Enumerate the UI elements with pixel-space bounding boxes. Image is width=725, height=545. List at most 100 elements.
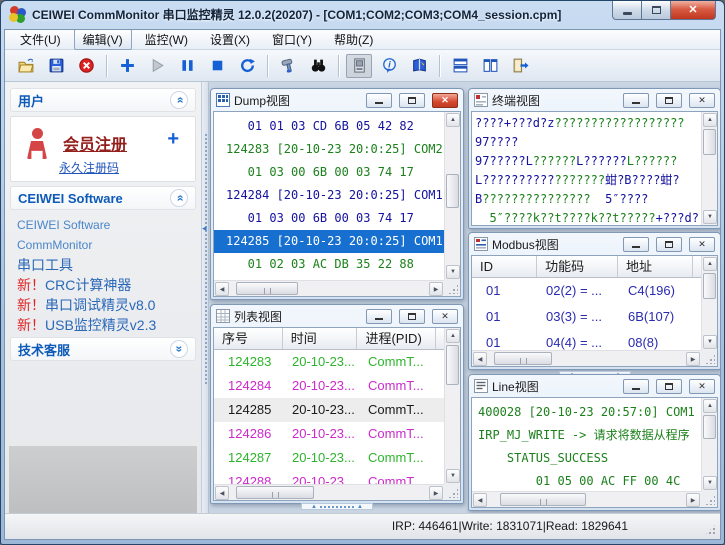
minimize-button[interactable] (366, 92, 392, 108)
scroll-left-icon[interactable]: ◀ (215, 486, 229, 500)
horizontal-scrollbar[interactable]: ◀ ▶ (472, 491, 701, 507)
link-serial-debugger[interactable]: 新！串口调试精灵v8.0 (17, 295, 189, 315)
modbus-view-titlebar[interactable]: Modbus视图 ✕ (469, 233, 720, 255)
horizontal-scrollbar[interactable]: ◀ ▶ (472, 350, 701, 366)
scroll-down-icon[interactable]: ▼ (703, 476, 717, 490)
minimize-button[interactable] (623, 236, 649, 252)
list-row[interactable]: 124286 20-10-23... CommT... (214, 422, 444, 446)
menu-settings[interactable]: 设置(X) (201, 30, 259, 50)
close-button[interactable]: ✕ (432, 92, 458, 108)
start-button[interactable] (144, 54, 170, 78)
scrollbar-thumb[interactable] (236, 282, 298, 295)
scroll-down-icon[interactable]: ▼ (703, 210, 717, 224)
tile-horizontal-button[interactable] (447, 54, 473, 78)
sidebar-section-user[interactable]: 用户 » (10, 88, 196, 112)
scrollbar-thumb[interactable] (236, 486, 314, 499)
scroll-up-icon[interactable]: ▲ (703, 399, 717, 413)
scroll-up-icon[interactable]: ▲ (446, 113, 460, 127)
column-header-function[interactable]: 功能码 (537, 256, 619, 277)
menu-monitor[interactable]: 监控(W) (136, 30, 197, 50)
link-crc-calculator[interactable]: 新！CRC计算神器 (17, 275, 189, 295)
device-monitor-button[interactable] (346, 53, 372, 78)
link-ceiwei-software[interactable]: CEIWEI Software (17, 215, 189, 235)
scrollbar-thumb[interactable] (703, 129, 716, 155)
scroll-right-icon[interactable]: ▶ (686, 352, 700, 366)
modbus-row[interactable]: 01 02(2) = ... C4(196) (472, 278, 701, 304)
sidebar-section-support[interactable]: 技术客服 » (10, 337, 196, 361)
list-row[interactable]: 124288 20-10-23 CommT (214, 470, 444, 484)
close-button[interactable]: ✕ (689, 236, 715, 252)
scroll-left-icon[interactable]: ◀ (473, 493, 487, 507)
scroll-down-icon[interactable]: ▼ (703, 335, 717, 349)
help-button[interactable] (406, 54, 432, 78)
menu-edit[interactable]: 编辑(V) (73, 30, 132, 50)
scroll-down-icon[interactable]: ▼ (446, 265, 460, 279)
collapse-up-icon[interactable]: » (170, 91, 188, 109)
tools-button[interactable] (275, 54, 301, 78)
modbus-row[interactable]: 01 03(3) = ... 6B(107) (472, 304, 701, 330)
find-button[interactable] (305, 54, 331, 78)
minimize-button[interactable] (623, 92, 649, 108)
vertical-scrollbar[interactable]: ▲ ▼ (701, 398, 717, 491)
horizontal-scrollbar[interactable]: ◀ ▶ (214, 484, 444, 500)
vertical-scrollbar[interactable]: ▲ ▼ (444, 112, 460, 280)
resize-grip[interactable] (704, 523, 717, 536)
scrollbar-thumb[interactable] (703, 273, 716, 299)
sidebar-splitter[interactable]: ◂ (201, 82, 209, 513)
scrollbar-thumb[interactable] (446, 345, 459, 385)
refresh-button[interactable] (234, 54, 260, 78)
list-row[interactable]: 124283 20-10-23... CommT... (214, 350, 444, 374)
resize-grip[interactable] (444, 484, 460, 500)
title-bar[interactable]: CEIWEI CommMonitor 串口监控精灵 12.0.2(20207) … (1, 1, 724, 28)
column-header-address[interactable]: 地址 (618, 256, 693, 277)
close-button[interactable]: ✕ (689, 92, 715, 108)
maximize-button[interactable] (656, 378, 682, 394)
list-row-selected[interactable]: 124285 20-10-23... CommT... (214, 398, 444, 422)
column-header-seq[interactable]: 序号 (214, 328, 283, 349)
menu-help[interactable]: 帮助(Z) (325, 30, 382, 50)
maximize-button[interactable] (642, 1, 670, 20)
scrollbar-thumb[interactable] (446, 174, 459, 208)
minimize-button[interactable] (612, 1, 642, 20)
expand-down-icon[interactable]: » (170, 340, 188, 358)
minimize-button[interactable] (623, 378, 649, 394)
resize-grip[interactable] (444, 280, 460, 296)
scroll-left-icon[interactable]: ◀ (473, 352, 487, 366)
maximize-button[interactable] (399, 92, 425, 108)
member-register-link[interactable]: 会员注册 (63, 131, 127, 155)
scrollbar-thumb[interactable] (703, 415, 716, 439)
vertical-scrollbar[interactable]: ▲ ▼ (444, 328, 460, 484)
minimize-button[interactable] (366, 308, 392, 324)
open-file-button[interactable] (13, 54, 39, 78)
scroll-down-icon[interactable]: ▼ (446, 469, 460, 483)
add-button[interactable] (114, 54, 140, 78)
list-view-titlebar[interactable]: 列表视图 ✕ (211, 305, 463, 327)
resize-grip[interactable] (701, 491, 717, 507)
close-button[interactable]: ✕ (689, 378, 715, 394)
list-bottom-splitter[interactable]: ▲ ▲ (301, 503, 373, 510)
scroll-left-icon[interactable]: ◀ (215, 282, 229, 296)
scroll-right-icon[interactable]: ▶ (429, 486, 443, 500)
exit-button[interactable] (507, 54, 533, 78)
menu-window[interactable]: 窗口(Y) (263, 30, 321, 50)
scroll-right-icon[interactable]: ▶ (429, 282, 443, 296)
save-button[interactable] (43, 54, 69, 78)
sidebar-section-software[interactable]: CEIWEI Software » (10, 186, 196, 210)
modbus-row[interactable]: 01 04(4) = ... 08(8) (472, 330, 701, 350)
scrollbar-thumb[interactable] (494, 352, 552, 365)
pause-button[interactable] (174, 54, 200, 78)
column-header-id[interactable]: ID (472, 256, 538, 277)
vertical-scrollbar[interactable]: ▲ ▼ (701, 112, 717, 225)
line-view-titlebar[interactable]: Line视图 ✕ (469, 375, 720, 397)
scroll-up-icon[interactable]: ▲ (703, 257, 717, 271)
link-serial-tools[interactable]: 串口工具 (17, 255, 189, 275)
plus-icon[interactable]: + (167, 129, 179, 149)
terminal-view-titlebar[interactable]: 终端视图 ✕ (469, 89, 720, 111)
close-session-button[interactable] (73, 54, 99, 78)
column-header-process[interactable]: 进程(PID) (357, 328, 437, 349)
collapse-up-icon[interactable]: » (170, 189, 188, 207)
list-row[interactable]: 124287 20-10-23... CommT... (214, 446, 444, 470)
link-usb-monitor[interactable]: 新！USB监控精灵v2.3 (17, 315, 189, 335)
resize-grip[interactable] (701, 350, 717, 366)
close-button[interactable]: ✕ (670, 1, 716, 20)
